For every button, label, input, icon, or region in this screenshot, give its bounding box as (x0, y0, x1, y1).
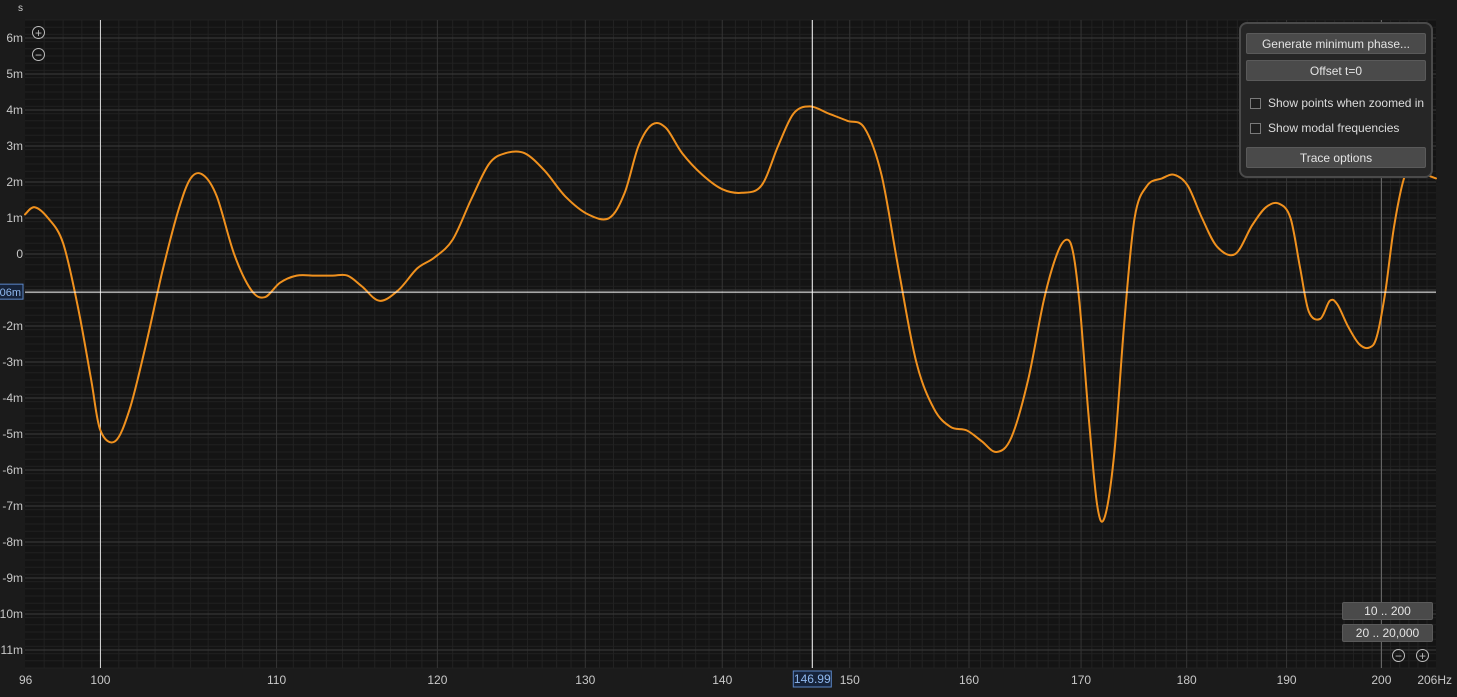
y-tick-label: -5m (2, 427, 23, 441)
y-tick-label: -11m (0, 643, 23, 657)
x-tick-label: 130 (575, 673, 595, 687)
y-tick-label: -8m (2, 535, 23, 549)
x-tick-label: 170 (1071, 673, 1091, 687)
x-tick-label: 110 (267, 673, 286, 687)
x-tick-label: 150 (840, 673, 860, 687)
y-tick-label: 4m (6, 103, 23, 117)
show-modal-checkbox[interactable] (1250, 122, 1261, 134)
generate-minimum-phase-button[interactable]: Generate minimum phase... (1246, 33, 1426, 54)
y-tick-label: 0 (16, 247, 23, 261)
range-10-200-button[interactable]: 10 .. 200 (1342, 602, 1433, 620)
x-tick-label: 100 (90, 673, 110, 687)
y-zoom-in-icon[interactable]: + (32, 26, 45, 39)
y-tick-label: -3m (2, 355, 23, 369)
cursor-x-readout: 146.99 (792, 670, 832, 688)
x-zoom-out-icon[interactable]: − (1392, 649, 1405, 662)
y-tick-label: 6m (6, 31, 23, 45)
y-tick-label: -6m (2, 463, 23, 477)
y-tick-label: -9m (2, 571, 23, 585)
cursor-y-readout: -1.06m (0, 283, 24, 300)
offset-t0-button[interactable]: Offset t=0 (1246, 60, 1426, 81)
x-tick-label: 200 (1371, 673, 1391, 687)
trace-options-button[interactable]: Trace options (1246, 147, 1426, 168)
y-tick-label: 1m (6, 211, 23, 225)
y-axis-unit-label: s (18, 3, 23, 14)
y-tick-label: -7m (2, 499, 23, 513)
cursor-x-readout-text: 146.99 (794, 672, 831, 686)
y-zoom-out-icon[interactable]: − (32, 48, 45, 61)
show-points-checkbox[interactable] (1250, 97, 1261, 109)
x-zoom-in-icon[interactable]: + (1416, 649, 1429, 662)
cursor-y-readout-text: -1.06m (0, 287, 21, 299)
x-tick-label: 160 (959, 673, 979, 687)
y-tick-label: -2m (2, 319, 23, 333)
show-points-option[interactable]: Show points when zoomed in (1250, 95, 1424, 111)
range-20-20000-button[interactable]: 20 .. 20,000 (1342, 624, 1433, 642)
show-modal-option[interactable]: Show modal frequencies (1250, 120, 1399, 136)
show-points-label: Show points when zoomed in (1268, 96, 1425, 110)
x-tick-label: 120 (427, 673, 447, 687)
x-tick-label: 180 (1177, 673, 1197, 687)
y-tick-label: 2m (6, 175, 23, 189)
x-tick-label: 206Hz (1417, 673, 1452, 687)
y-tick-label: 5m (6, 67, 23, 81)
show-modal-label: Show modal frequencies (1268, 121, 1400, 135)
x-tick-label: 190 (1277, 673, 1297, 687)
x-tick-label: 140 (712, 673, 732, 687)
y-tick-label: 3m (6, 139, 23, 153)
y-tick-label: -10m (0, 607, 23, 621)
y-tick-label: -4m (2, 391, 23, 405)
options-panel: Generate minimum phase... Offset t=0 Sho… (1239, 22, 1433, 178)
x-tick-label: 96 (19, 673, 33, 687)
